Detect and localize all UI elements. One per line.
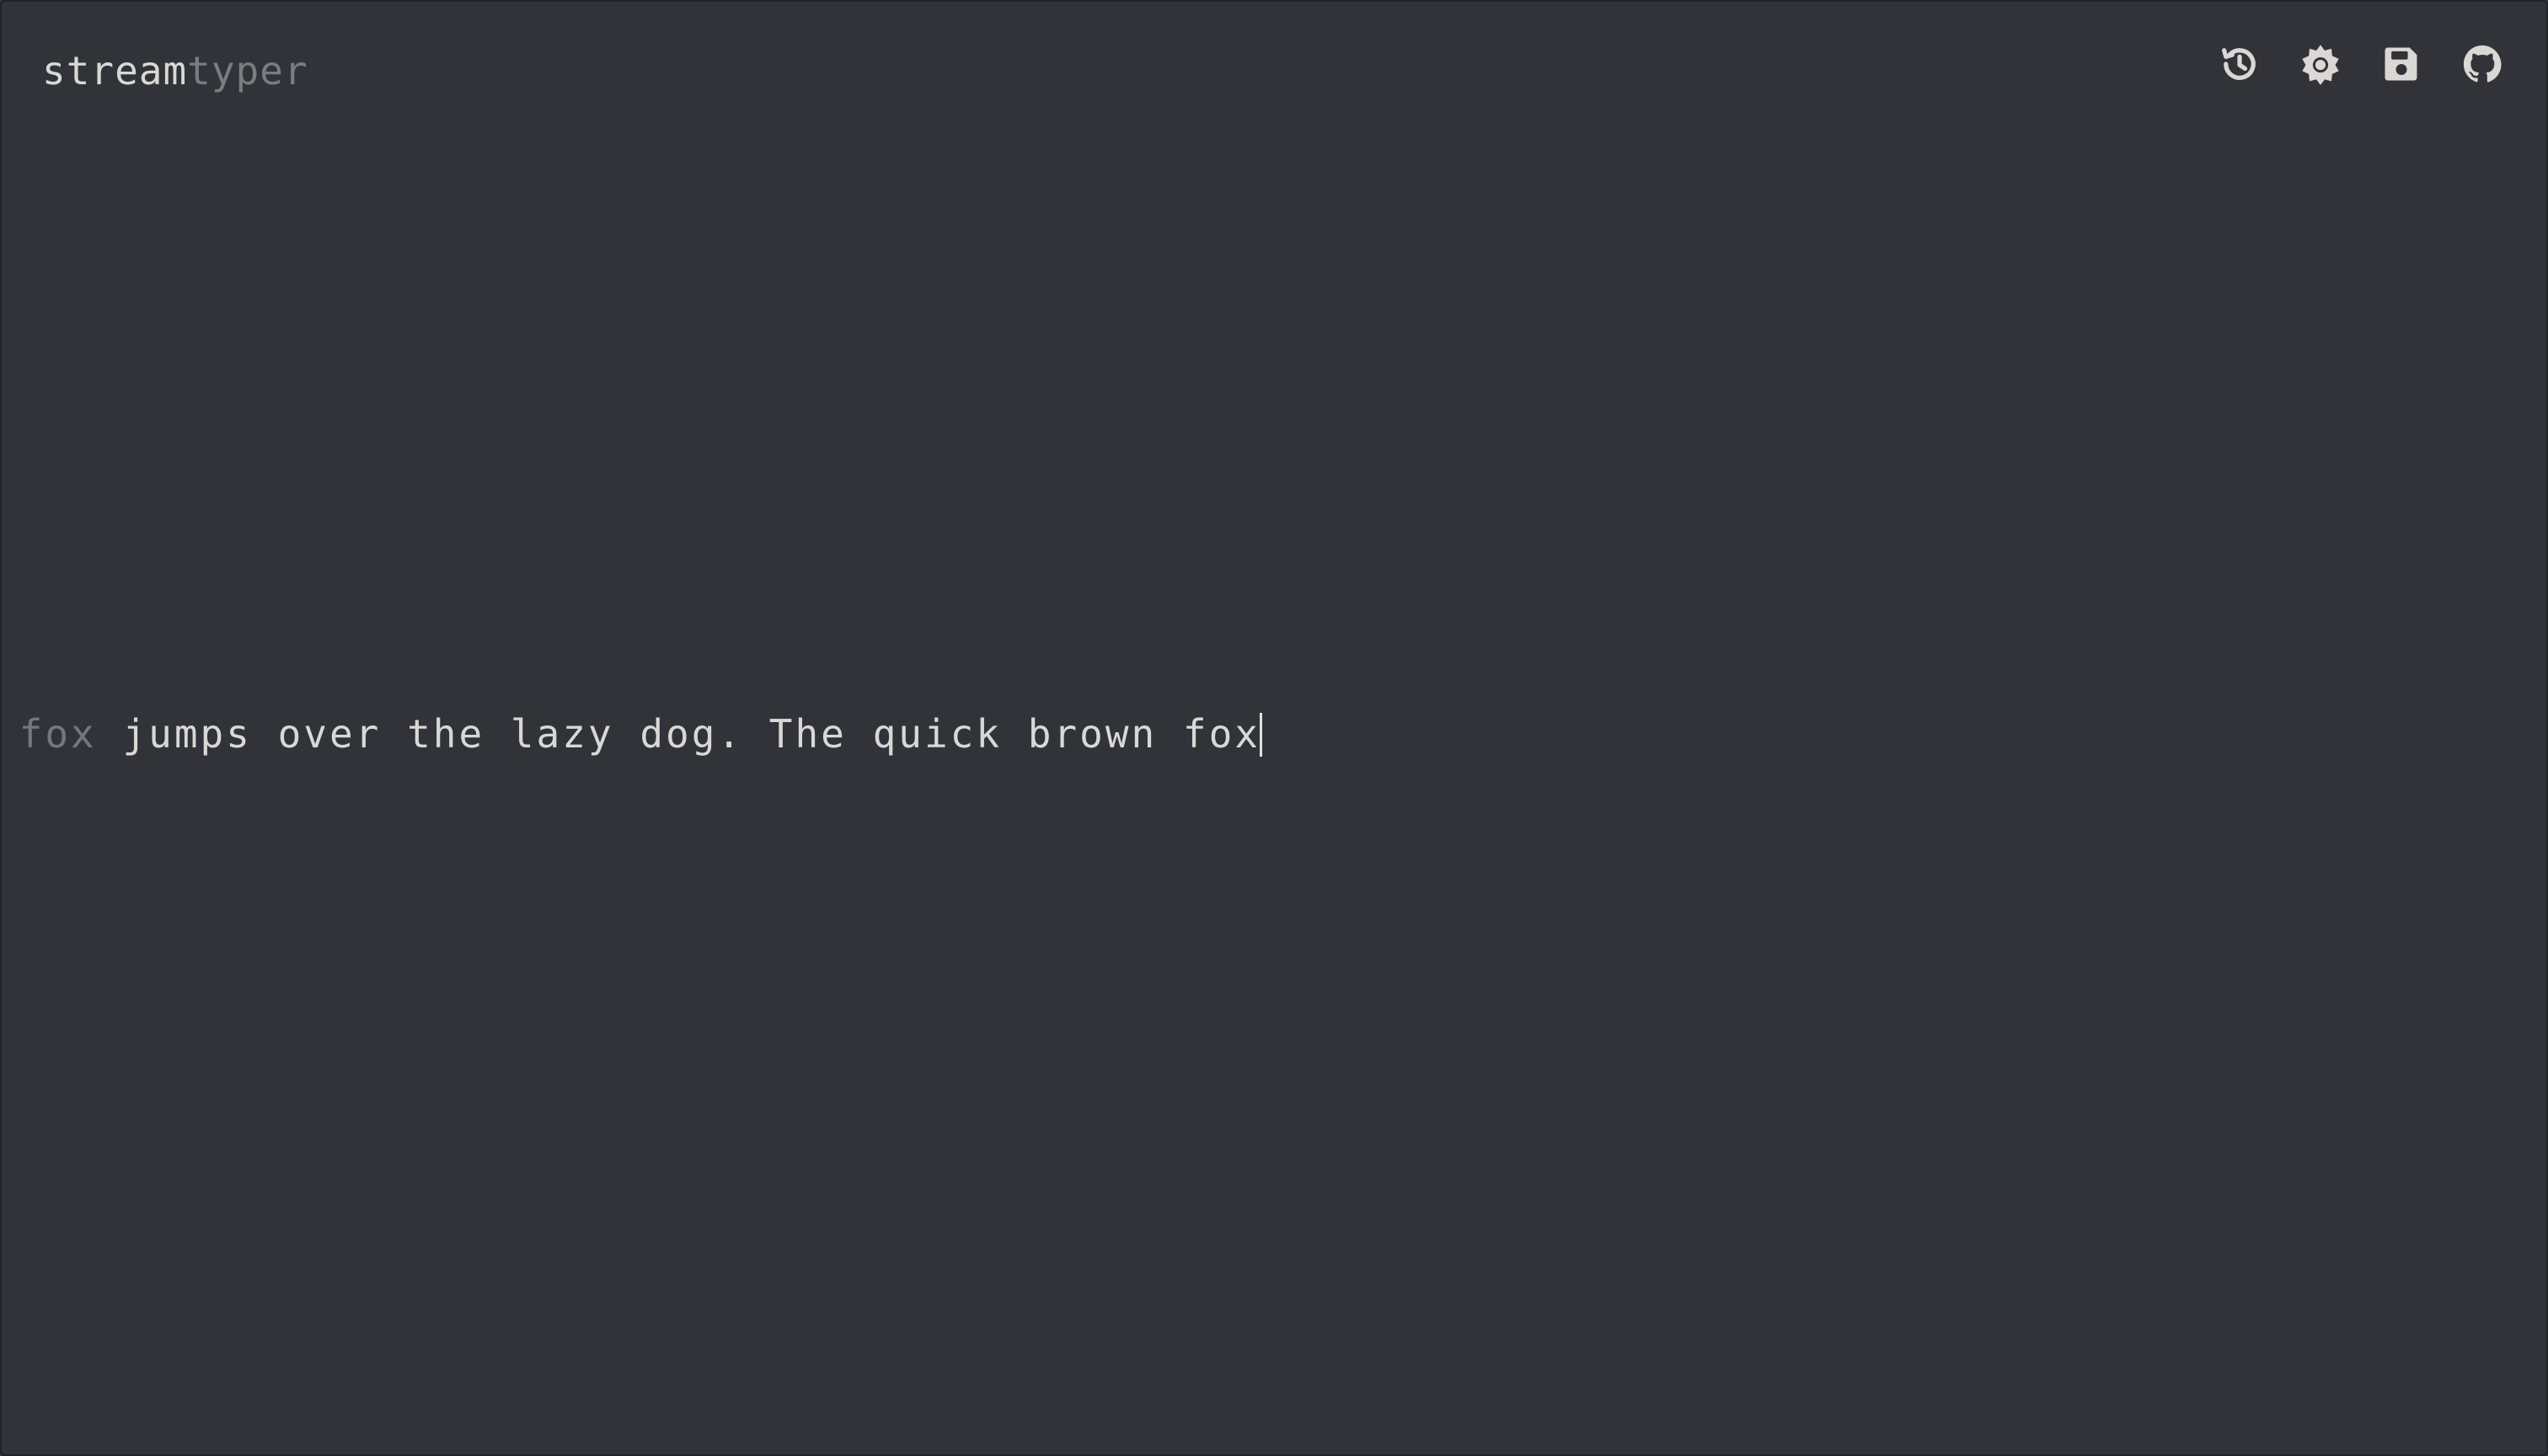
history-icon [2221,48,2256,80]
faded-text-near: fox [19,711,123,757]
save-icon [2385,47,2417,81]
stream-text: n fox jumps over the lazy dog. The quick… [2,704,1261,763]
settings-button[interactable] [2297,40,2344,88]
text-caret [1260,713,1262,757]
history-button[interactable] [2216,40,2263,88]
app-window: streamtyper fox jumps over the lazy dog.… [0,0,2548,1456]
logo-typer-text: typer [187,48,308,94]
faded-text-far: n [2,711,19,757]
toolbar [2216,40,2506,88]
typed-text: jumps over the lazy dog. The quick brown… [122,711,1261,757]
github-button[interactable] [2459,40,2506,88]
app-logo: streamtyper [42,46,308,96]
save-button[interactable] [2378,40,2425,88]
github-icon [2463,45,2502,83]
typing-stream[interactable]: n fox jumps over the lazy dog. The quick… [2,704,1282,763]
logo-stream-text: stream [42,48,188,94]
gear-icon [2302,45,2339,85]
